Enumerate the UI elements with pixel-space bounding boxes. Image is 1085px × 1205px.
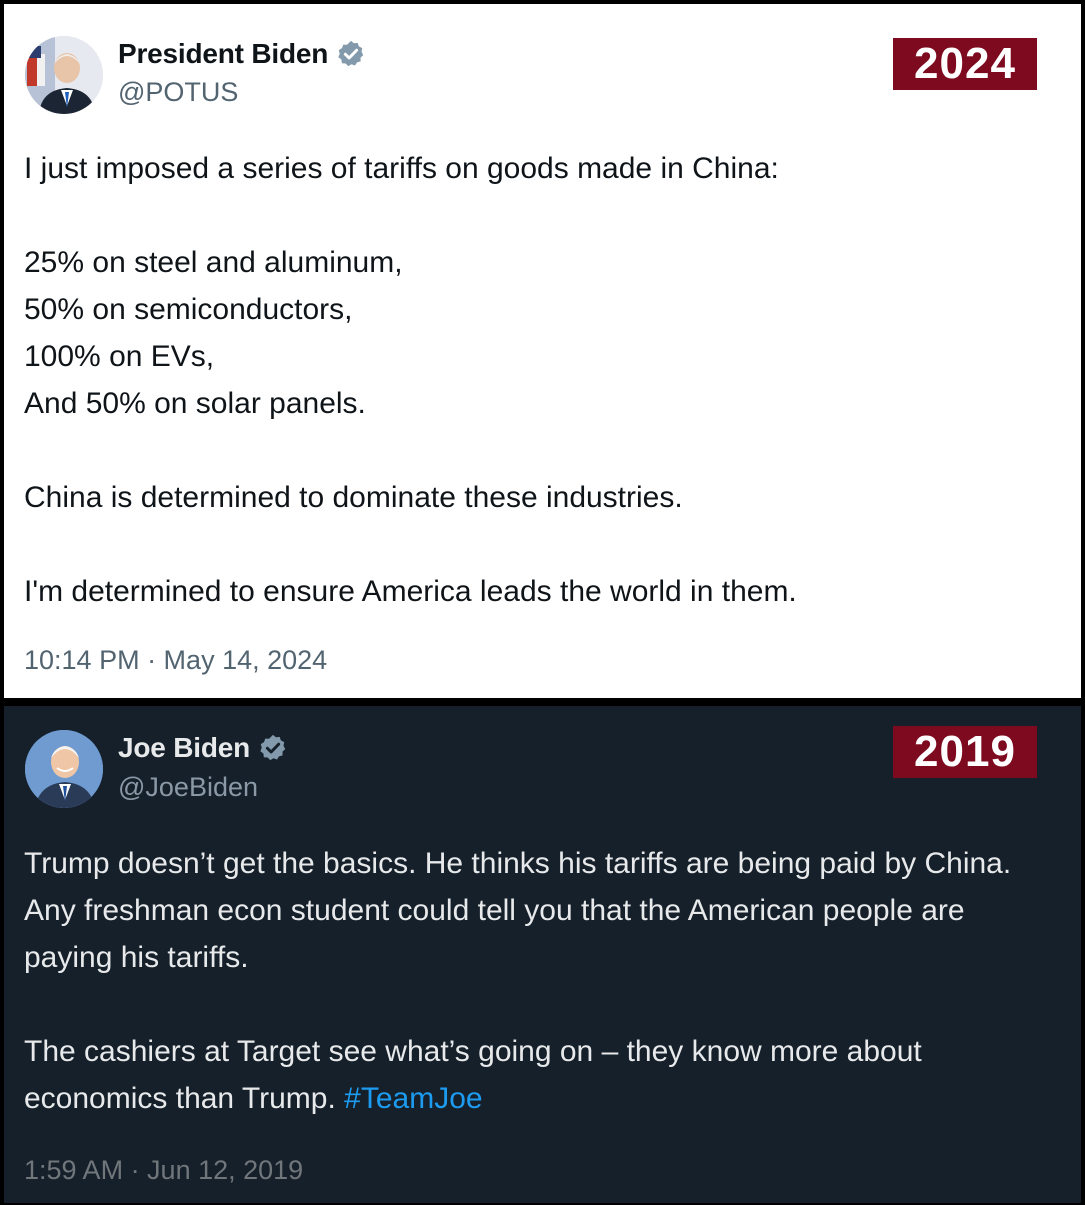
display-name[interactable]: President Biden bbox=[118, 38, 328, 70]
year-badge: 2019 bbox=[893, 726, 1037, 778]
tweet-2019: Joe Biden @JoeBiden 2019 Trump doesn’t g… bbox=[4, 706, 1081, 1203]
handle[interactable]: @POTUS bbox=[118, 77, 238, 108]
tweet-text-body: Trump doesn’t get the basics. He thinks … bbox=[24, 847, 1012, 1115]
year-badge: 2024 bbox=[893, 38, 1037, 90]
handle[interactable]: @JoeBiden bbox=[118, 772, 258, 803]
avatar[interactable] bbox=[25, 36, 103, 114]
verified-badge-icon bbox=[260, 734, 286, 761]
author-name-row: Joe Biden bbox=[118, 732, 288, 764]
tweet-2024: President Biden @POTUS 2024 I just impos… bbox=[4, 4, 1081, 698]
tweet-timestamp[interactable]: 1:59 AM · Jun 12, 2019 bbox=[24, 1155, 303, 1186]
verified-badge-icon bbox=[338, 40, 364, 67]
display-name[interactable]: Joe Biden bbox=[118, 732, 250, 764]
comparison-image: President Biden @POTUS 2024 I just impos… bbox=[0, 0, 1085, 1205]
avatar[interactable] bbox=[25, 730, 103, 808]
hashtag-link[interactable]: #TeamJoe bbox=[344, 1082, 482, 1115]
avatar-portrait-icon bbox=[25, 36, 103, 114]
author-name-row: President Biden bbox=[118, 38, 366, 70]
tweet-text: I just imposed a series of tariffs on go… bbox=[24, 152, 797, 608]
avatar-portrait-icon bbox=[25, 730, 103, 808]
tweet-text: Trump doesn’t get the basics. He thinks … bbox=[24, 840, 1051, 1122]
tweet-timestamp[interactable]: 10:14 PM · May 14, 2024 bbox=[24, 645, 327, 676]
